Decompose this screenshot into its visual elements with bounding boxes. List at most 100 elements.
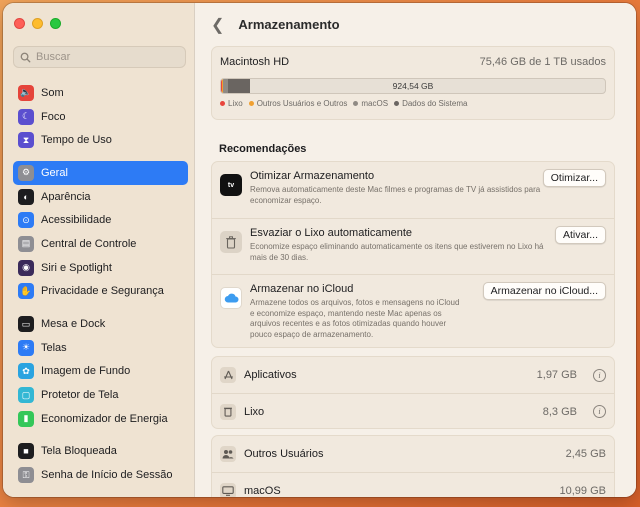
category-size: 10,99 GB [559, 484, 606, 497]
minimize-window-button[interactable] [32, 18, 43, 29]
info-icon[interactable]: i [593, 368, 606, 382]
activate-button[interactable]: Ativar... [554, 226, 606, 244]
recommendation-item: Esvaziar o Lixo automaticamente Economiz… [212, 218, 614, 274]
flower-icon: ✿ [18, 363, 34, 380]
legend-item: Dados do Sistema [394, 99, 467, 108]
sidebar-item-label: Geral [41, 166, 68, 179]
list-item[interactable]: Aplicativos 1,97 GB i [212, 357, 614, 393]
sidebar-group: ▭ Mesa e Dock ☀ Telas ✿ Imagem de Fundo ▢ Prote… [13, 312, 188, 430]
search-input[interactable] [36, 51, 176, 63]
recommendation-description: Remova automaticamente deste Mac filmes … [250, 185, 541, 205]
list-item[interactable]: Outros Usuários 2,45 GB [212, 436, 614, 472]
category-label: Lixo [244, 405, 265, 418]
sidebar-item[interactable]: ⚙ Geral [13, 161, 188, 185]
legend-label: Dados do Sistema [402, 99, 468, 108]
users-icon [220, 446, 236, 462]
sidebar-item[interactable]: ✋ Privacidade e Segurança [13, 280, 188, 304]
sidebar-item[interactable]: ⚿ Senha de Início de Sessão [13, 463, 188, 487]
sidebar-item-label: Protetor de Tela [41, 389, 119, 402]
sidebar-item[interactable]: ✿ Imagem de Fundo [13, 360, 188, 384]
sidebar: 🔈 Som ☾ Foco ⧗ Tempo de Uso ⚙ Geral ◐ Aparência ⊙ A… [3, 3, 195, 497]
storage-categories-card: Aplicativos 1,97 GB i Lixo 8,3 GB i [211, 356, 615, 429]
search-field[interactable] [13, 46, 186, 68]
list-item[interactable]: macOS 10,99 GB [212, 472, 614, 497]
disk-usage-card: Macintosh HD 75,46 GB de 1 TB usados 924… [211, 46, 615, 120]
sidebar-item-label: Tela Bloqueada [41, 445, 117, 458]
legend-item: Lixo [220, 99, 243, 108]
icloud-icon [220, 287, 242, 309]
sidebar-item[interactable]: ◉ Siri e Spotlight [13, 256, 188, 280]
lock-icon: ■ [18, 443, 34, 460]
sun-icon: ☀ [18, 339, 34, 356]
optimize-button[interactable]: Otimizar... [542, 169, 606, 187]
screensaver-icon: ▢ [18, 387, 34, 404]
back-chevron-icon[interactable]: ❮ [211, 15, 224, 35]
hand-icon: ✋ [18, 283, 34, 300]
info-icon[interactable]: i [593, 405, 606, 418]
control-center-icon: ▤ [18, 235, 34, 252]
siri-icon: ◉ [18, 259, 34, 276]
sidebar-group: ⚙ Geral ◐ Aparência ⊙ Acessibilidade ▤ Central … [13, 161, 188, 303]
legend-item: Outros Usuários e Outros [248, 99, 348, 108]
recommendation-description: Armazene todos os arquivos, fotos e mens… [250, 298, 460, 339]
legend-item: macOS [353, 99, 388, 108]
sidebar-item[interactable]: ▢ Protetor de Tela [13, 383, 188, 407]
sidebar-item[interactable]: ◐ Aparência [13, 185, 188, 209]
zoom-window-button[interactable] [50, 18, 61, 29]
sidebar-item[interactable]: ■ Tela Bloqueada [13, 440, 188, 464]
system-settings-window: 🔈 Som ☾ Foco ⧗ Tempo de Uso ⚙ Geral ◐ Aparência ⊙ A… [3, 3, 636, 497]
category-size: 2,45 GB [565, 448, 606, 460]
hourglass-icon: ⧗ [18, 132, 34, 149]
sidebar-nav: 🔈 Som ☾ Foco ⧗ Tempo de Uso ⚙ Geral ◐ Aparência ⊙ A… [13, 81, 188, 496]
sidebar-group: ■ Tela Bloqueada ⚿ Senha de Início de Sessã… [13, 440, 188, 487]
sidebar-item-label: Aparência [41, 190, 91, 203]
category-label: Aplicativos [244, 369, 297, 381]
page-title: Armazenamento [238, 17, 340, 32]
sidebar-item-label: Telas [41, 341, 67, 354]
sidebar-item[interactable]: ⊙ Acessibilidade [13, 208, 188, 232]
free-space-label: 924,54 GB [392, 81, 434, 91]
recommendation-item: tv Otimizar Armazenamento Remova automat… [212, 162, 614, 218]
list-item[interactable]: Lixo 8,3 GB i [212, 393, 614, 429]
sidebar-item-label: Siri e Spotlight [41, 261, 112, 274]
sidebar-item-label: Foco [41, 110, 66, 123]
legend-label: Outros Usuários e Outros [256, 99, 348, 108]
toolbar: ❮ Armazenamento [195, 3, 636, 46]
sidebar-item-label: Economizador de Energia [41, 412, 168, 425]
recommendations-card: tv Otimizar Armazenamento Remova automat… [211, 161, 615, 348]
disk-name: Macintosh HD [220, 56, 290, 68]
sidebar-item-label: Mesa e Dock [41, 318, 106, 331]
storage-usage-bar[interactable]: 924,54 GB [220, 78, 606, 94]
close-window-button[interactable] [14, 18, 25, 29]
sidebar-item-label: Acessibilidade [41, 214, 112, 227]
category-label: macOS [244, 484, 281, 497]
sidebar-item-label: Imagem de Fundo [41, 365, 131, 378]
recommendation-item: Armazenar no iCloud Armazene todos os ar… [212, 274, 614, 348]
moon-icon: ☾ [18, 108, 34, 125]
appearance-icon: ◐ [18, 188, 34, 205]
window-controls [14, 18, 61, 29]
search-icon [20, 52, 31, 62]
apple-tv-icon: tv [220, 174, 242, 196]
storage-categories-card: Outros Usuários 2,45 GB macOS 10,99 GB [211, 435, 615, 497]
sidebar-item[interactable]: ⧗ Tempo de Uso [13, 128, 188, 152]
sidebar-item[interactable]: ☾ Foco [13, 105, 188, 129]
dock-icon: ▭ [18, 316, 34, 333]
legend-label: Lixo [228, 99, 243, 108]
sidebar-item[interactable]: ▤ Central de Controle [13, 232, 188, 256]
sidebar-item-label: Tempo de Uso [41, 134, 112, 147]
store-in-icloud-button[interactable]: Armazenar no iCloud... [482, 282, 606, 300]
sidebar-item[interactable]: 🔈 Som [13, 81, 188, 105]
sidebar-item[interactable]: ▭ Mesa e Dock [13, 312, 188, 336]
trash-icon [220, 403, 236, 420]
speaker-icon: 🔈 [18, 84, 34, 101]
gear-icon: ⚙ [18, 164, 34, 181]
key-icon: ⚿ [18, 467, 34, 484]
accessibility-icon: ⊙ [18, 212, 34, 229]
sidebar-item[interactable]: ☀ Telas [13, 336, 188, 360]
recommendations-heading: Recomendações [219, 143, 307, 155]
apps-icon [220, 367, 236, 383]
legend-dot [394, 101, 400, 106]
sidebar-item[interactable]: ▮ Economizador de Energia [13, 407, 188, 431]
disk-used-summary: 75,46 GB de 1 TB usados [479, 56, 606, 68]
